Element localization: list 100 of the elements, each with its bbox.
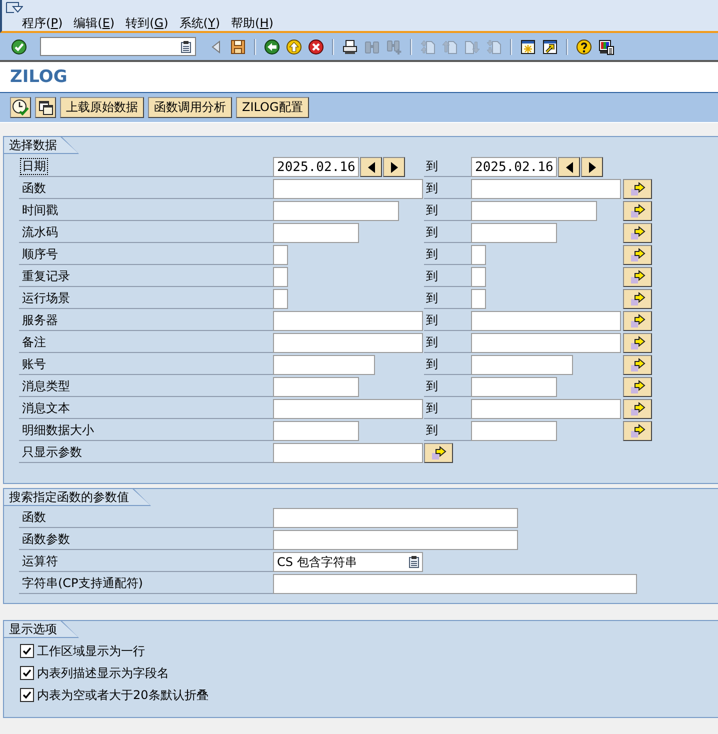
arrow-right-icon <box>630 402 646 416</box>
menu-item[interactable]: 程序(P) <box>22 16 63 30</box>
help-icon[interactable] <box>576 38 592 54</box>
field-label: 消息类型 <box>21 379 71 394</box>
input-field[interactable] <box>471 245 486 265</box>
field-label: 消息文本 <box>21 401 71 416</box>
list-icon[interactable] <box>181 40 191 52</box>
previous-date-button[interactable] <box>558 157 580 177</box>
previous-date-button[interactable] <box>360 157 382 177</box>
multiple-selection-button[interactable] <box>623 201 652 221</box>
arrow-right-icon <box>630 424 646 438</box>
multiple-selection-button[interactable] <box>623 245 652 265</box>
checkbox[interactable] <box>20 644 34 658</box>
multiple-selection-button[interactable] <box>623 289 652 309</box>
input-field[interactable] <box>471 399 621 419</box>
multiple-selection-button[interactable] <box>623 421 652 441</box>
menu-item[interactable]: 帮助(H) <box>231 16 274 30</box>
input-field[interactable] <box>471 377 557 397</box>
input-field[interactable] <box>273 201 399 221</box>
multiple-selection-button[interactable] <box>623 223 652 243</box>
range-to-label: 到 <box>426 247 438 262</box>
field-label: 函数参数 <box>21 532 71 547</box>
input-field[interactable] <box>471 355 573 375</box>
field-label: 账号 <box>21 357 47 372</box>
field-label: 只显示参数 <box>21 445 83 460</box>
monitor-icon[interactable] <box>598 38 614 54</box>
input-field[interactable] <box>471 267 486 287</box>
up-arrow-circle-icon[interactable] <box>286 38 302 54</box>
input-field[interactable] <box>471 201 597 221</box>
checkbox[interactable] <box>20 688 34 702</box>
menu-item[interactable]: 编辑(E) <box>74 16 115 30</box>
next-date-button[interactable] <box>383 157 405 177</box>
option-label: 内表列描述显示为字段名 <box>37 666 169 680</box>
input-field[interactable] <box>273 530 518 550</box>
check-circle-icon[interactable] <box>11 38 27 54</box>
multiple-selection-button[interactable] <box>623 377 652 397</box>
multiple-selection-button[interactable] <box>623 333 652 353</box>
window-sparkle-icon[interactable] <box>520 38 536 54</box>
input-field[interactable] <box>273 399 423 419</box>
multiple-selection-button[interactable] <box>424 443 453 463</box>
multiple-selection-button[interactable] <box>623 399 652 419</box>
range-to-label: 到 <box>426 401 438 416</box>
triangle-left-icon <box>566 162 572 172</box>
clock-check-icon <box>12 99 29 116</box>
command-field[interactable] <box>40 37 196 56</box>
multiple-selection-button[interactable] <box>623 355 652 375</box>
multiple-selection-button[interactable] <box>623 267 652 287</box>
windows-button[interactable] <box>35 97 56 118</box>
input-field[interactable] <box>471 311 621 331</box>
input-field[interactable] <box>273 289 288 309</box>
input-field[interactable] <box>273 508 518 528</box>
field-label: 时间戳 <box>21 203 59 218</box>
next-date-button[interactable] <box>581 157 603 177</box>
range-to-label: 到 <box>426 159 438 174</box>
range-to-label: 到 <box>426 203 438 218</box>
x-circle-icon[interactable] <box>308 38 324 54</box>
group-box-title: 选择数据 <box>4 137 79 154</box>
overlapping-windows-icon <box>38 100 54 116</box>
input-field[interactable] <box>471 223 557 243</box>
group-box-title: 显示选项 <box>4 621 79 638</box>
arrow-right-icon <box>630 226 646 240</box>
input-field[interactable] <box>273 377 359 397</box>
date-field[interactable]: 2025.02.16 <box>273 157 359 177</box>
toolbar-button[interactable]: ZILOG配置 <box>236 97 309 118</box>
input-field[interactable] <box>471 421 557 441</box>
input-field[interactable] <box>471 289 486 309</box>
input-field[interactable] <box>273 574 637 594</box>
left-arrow-circle-icon[interactable] <box>264 38 280 54</box>
input-field[interactable] <box>471 179 621 199</box>
date-field[interactable]: 2025.02.16 <box>471 157 557 177</box>
input-field[interactable] <box>471 333 621 353</box>
input-field[interactable] <box>273 355 375 375</box>
multiple-selection-button[interactable] <box>623 179 652 199</box>
input-field[interactable] <box>273 443 423 463</box>
input-field[interactable] <box>273 245 288 265</box>
toolbar-button[interactable]: 上载原始数据 <box>60 97 144 118</box>
input-field[interactable] <box>273 421 359 441</box>
input-field[interactable] <box>273 333 423 353</box>
clock-button[interactable] <box>10 97 31 118</box>
screen-title: ZILOG <box>10 67 68 87</box>
list-icon[interactable] <box>409 556 419 568</box>
menu-item[interactable]: 系统(Y) <box>179 16 220 30</box>
range-to-label: 到 <box>426 423 438 438</box>
input-field[interactable] <box>273 223 359 243</box>
triangle-left-icon[interactable] <box>211 38 221 54</box>
field-label: 函数 <box>21 510 47 525</box>
window-menu-icon[interactable] <box>6 2 23 15</box>
field-label: 明细数据大小 <box>21 423 95 438</box>
multiple-selection-button[interactable] <box>623 311 652 331</box>
dropdown-field[interactable]: CS 包含字符串 <box>273 552 423 572</box>
menu-item[interactable]: 转到(G) <box>126 16 168 30</box>
range-to-label: 到 <box>426 335 438 350</box>
range-to-label: 到 <box>426 291 438 306</box>
input-field[interactable] <box>273 179 423 199</box>
input-field[interactable] <box>273 311 423 331</box>
input-field[interactable] <box>273 267 288 287</box>
checkbox[interactable] <box>20 666 34 680</box>
field-label: 函数 <box>21 181 47 196</box>
printer-icon[interactable] <box>342 38 358 54</box>
toolbar-button[interactable]: 函数调用分析 <box>148 97 232 118</box>
